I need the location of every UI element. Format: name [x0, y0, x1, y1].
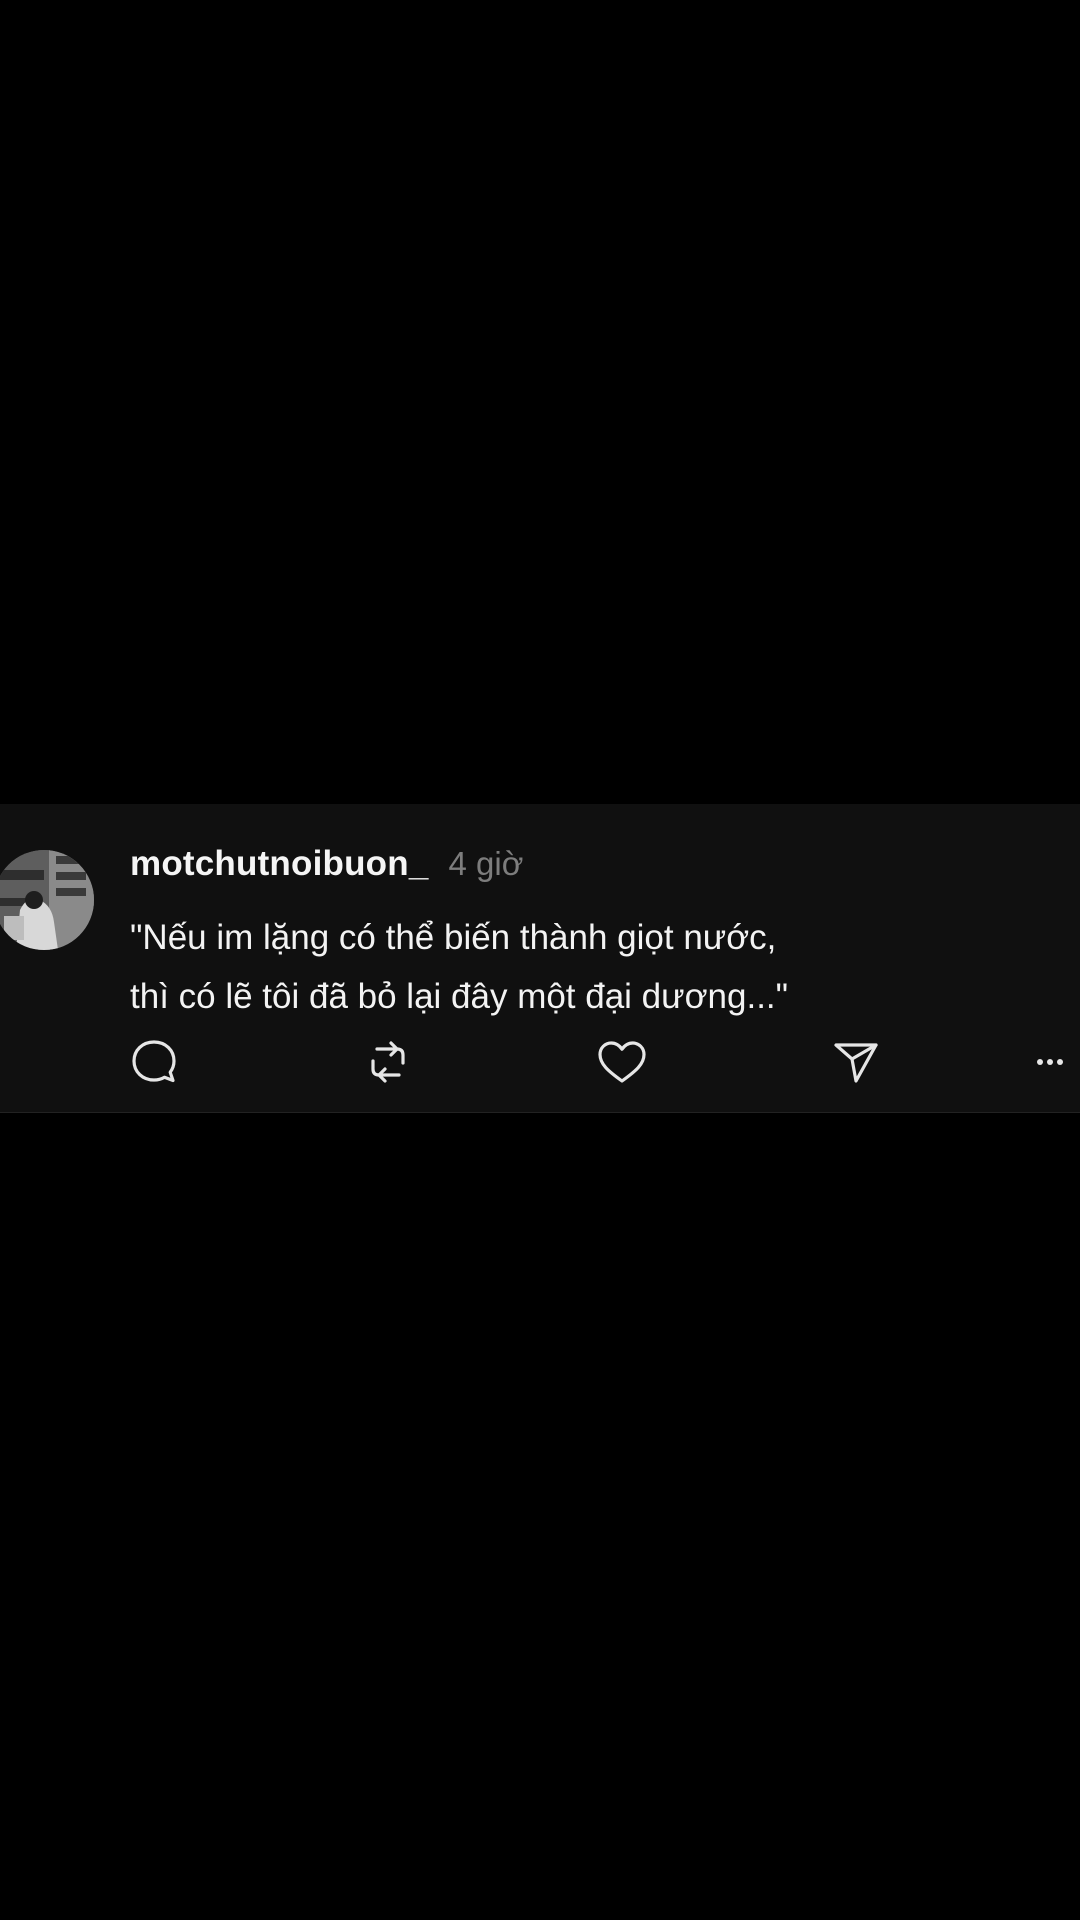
avatar-image: [0, 850, 94, 950]
post-header: motchutnoibuon_ 4 giờ: [130, 844, 523, 894]
share-button[interactable]: [826, 1032, 886, 1092]
post-text-line: thì có lẽ tôi đã bỏ lại đây một đại dươn…: [130, 977, 789, 1016]
heart-icon: [598, 1041, 646, 1083]
repost-button[interactable]: [358, 1032, 418, 1092]
post-card: motchutnoibuon_ 4 giờ "Nếu im lặng có th…: [0, 804, 1080, 1113]
paper-plane-icon: [834, 1043, 878, 1083]
action-bar: [0, 1032, 1080, 1092]
like-button[interactable]: [592, 1032, 652, 1092]
avatar[interactable]: [0, 850, 94, 950]
speech-bubble-icon: [132, 1040, 176, 1083]
post-text: "Nếu im lặng có thể biến thành giọt nước…: [130, 908, 1030, 1026]
reply-button[interactable]: [124, 1032, 184, 1092]
username[interactable]: motchutnoibuon_: [130, 844, 429, 884]
more-options-button[interactable]: [1022, 1032, 1080, 1092]
post-text-line: "Nếu im lặng có thể biến thành giọt nước…: [130, 918, 777, 957]
timestamp: 4 giờ: [448, 845, 524, 882]
ellipsis-icon: [1037, 1059, 1063, 1065]
repost-arrows-icon: [371, 1041, 405, 1083]
